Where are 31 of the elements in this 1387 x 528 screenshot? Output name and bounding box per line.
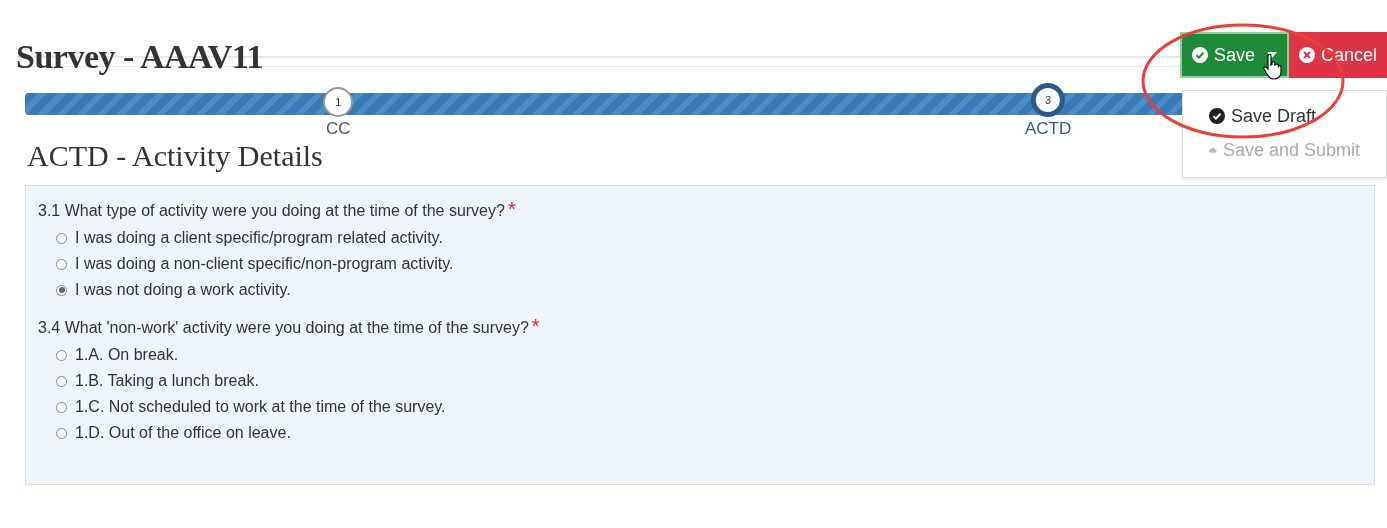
- radio-button[interactable]: [56, 401, 67, 413]
- page-title: Survey - AAAV11: [16, 38, 263, 76]
- cancel-button[interactable]: Cancel: [1288, 32, 1387, 78]
- close-icon: [1298, 47, 1315, 63]
- option-label: I was doing a non-client specific/non-program activity.: [75, 255, 454, 273]
- radio-button[interactable]: [56, 232, 67, 244]
- radio-button[interactable]: [56, 284, 67, 296]
- step-marker[interactable]: 3: [1031, 83, 1066, 117]
- step-label: ACTD: [1024, 119, 1072, 139]
- option-label: 1.B. Taking a lunch break.: [75, 372, 259, 390]
- menu-item[interactable]: Save Draft: [1183, 99, 1386, 133]
- required-mark: *: [507, 198, 516, 220]
- radio-button[interactable]: [56, 349, 67, 361]
- step-marker[interactable]: 1: [323, 87, 354, 117]
- hand-cursor-icon: [1262, 54, 1282, 80]
- option-label: I was doing a client specific/program related activity.: [75, 229, 443, 247]
- question-text: 3.1 What type of activity were you doing at the time of the survey?: [38, 202, 505, 219]
- option-label: 1.A. On break.: [75, 346, 179, 364]
- option-label: I was not doing a work activity.: [75, 281, 291, 299]
- section-title: ACTD - Activity Details: [27, 139, 323, 173]
- option-label: 1.C. Not scheduled to work at the time of the survey.: [75, 398, 446, 416]
- required-mark: *: [531, 315, 540, 337]
- save-button[interactable]: Save: [1179, 32, 1289, 78]
- check-circle-icon: [1191, 47, 1208, 63]
- option-label: 1.D. Out of the office on leave.: [75, 424, 291, 442]
- question-text: 3.4 What 'non-work' activity were you doing at the time of the survey?: [38, 319, 529, 336]
- step-label: CC: [325, 119, 351, 139]
- radio-button[interactable]: [56, 427, 67, 439]
- radio-button[interactable]: [56, 258, 67, 270]
- check-circle-icon: [1209, 108, 1225, 124]
- radio-button[interactable]: [56, 375, 67, 387]
